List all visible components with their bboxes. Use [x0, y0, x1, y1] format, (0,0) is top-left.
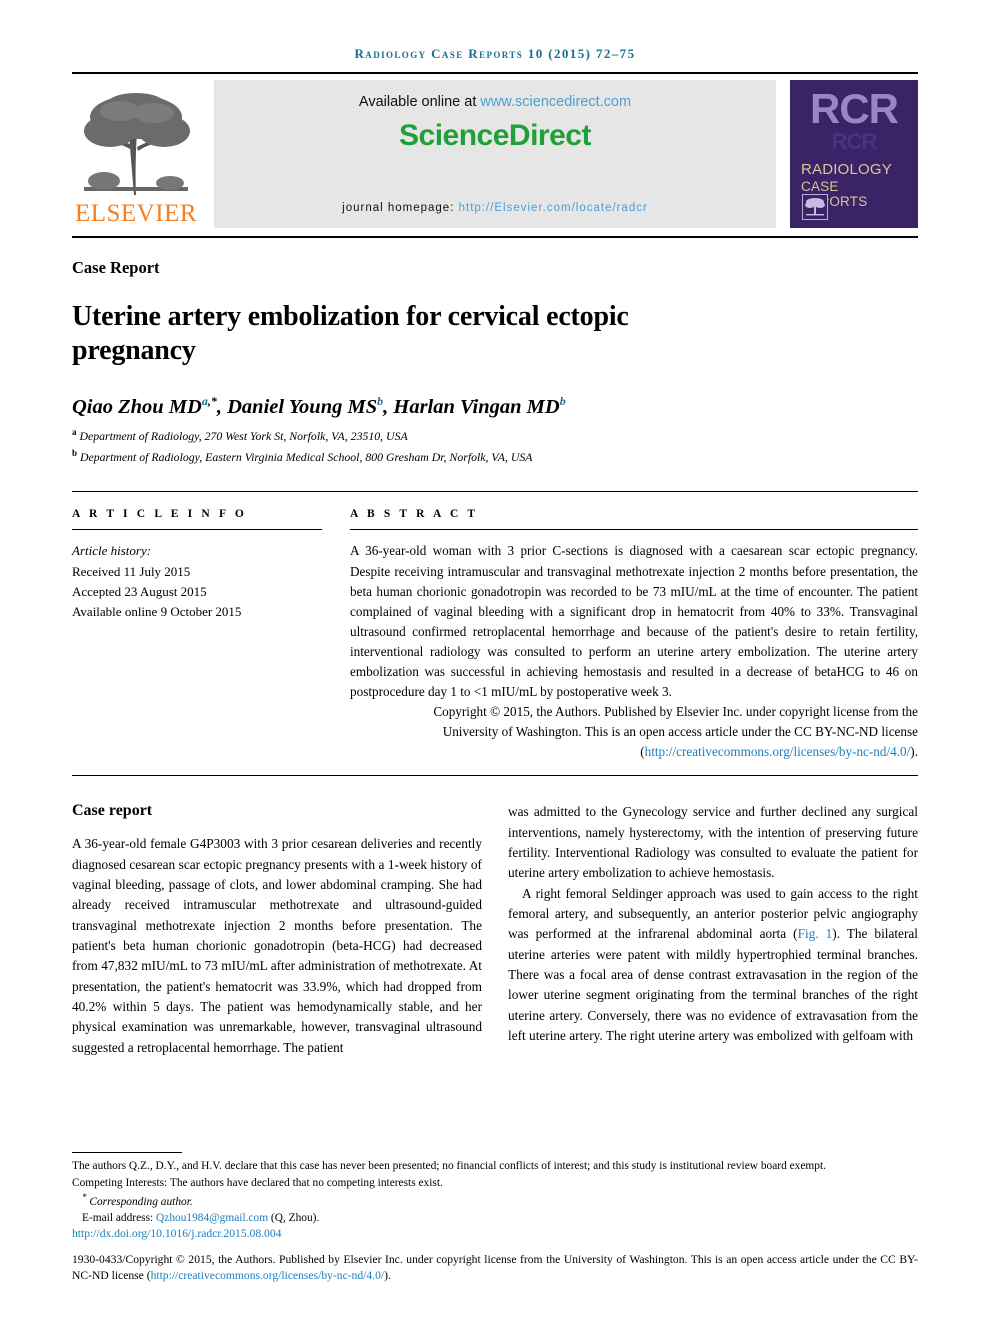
- creative-commons-link[interactable]: http://creativecommons.org/licenses/by-n…: [645, 744, 911, 759]
- info-abstract-region: A R T I C L E I N F O Article history: R…: [72, 508, 918, 762]
- article-received-date: Received 11 July 2015: [72, 563, 191, 579]
- header-rule: [72, 72, 918, 74]
- author-list: Qiao Zhou MDa,*, Daniel Young MSb, Harla…: [72, 394, 566, 419]
- footnotes-region: The authors Q.Z., D.Y., and H.V. declare…: [72, 1152, 918, 1296]
- article-body: Case report A 36-year-old female G4P3003…: [72, 802, 918, 1058]
- masthead: ELSEVIER Available online at www.science…: [72, 80, 918, 228]
- abstract-copyright-line1: Copyright © 2015, the Authors. Published…: [433, 703, 918, 719]
- paren-close: ).: [910, 744, 918, 760]
- journal-homepage-link[interactable]: http://Elsevier.com/locate/radcr: [459, 202, 648, 214]
- abstract-column: A B S T R A C T A 36-year-old woman with…: [350, 508, 918, 762]
- available-online-line: Available online at www.sciencedirect.co…: [359, 94, 631, 110]
- article-history-label: Article history:: [72, 543, 152, 559]
- author-name: Harlan Vingan MD: [393, 396, 560, 419]
- journal-cover-image: RCR RCR RADIOLOGY CASE REPORTS: [790, 80, 918, 228]
- corresponding-author-text: Corresponding author.: [89, 1195, 193, 1208]
- abstract-copyright: Copyright © 2015, the Authors. Published…: [350, 702, 918, 762]
- journal-homepage-label: journal homepage:: [342, 202, 459, 214]
- page-title: Uterine artery embolization for cervical…: [72, 301, 629, 367]
- affiliation-item: b Department of Radiology, Eastern Virgi…: [72, 447, 918, 466]
- sciencedirect-logo: ScienceDirect: [399, 119, 591, 152]
- author-name: Qiao Zhou MD: [72, 396, 202, 419]
- masthead-rule: [72, 236, 918, 238]
- cover-title-line2: CASE: [801, 178, 839, 194]
- article-opening-rule: [72, 491, 918, 493]
- figure-1-link[interactable]: Fig. 1: [798, 926, 833, 941]
- article-info-column: A R T I C L E I N F O Article history: R…: [72, 508, 322, 762]
- body-text-after-figref: ). The bilateral uterine arteries were p…: [508, 926, 918, 1043]
- footnote-email: E-mail address: Qzhou1984@gmail.com (Q, …: [72, 1210, 918, 1226]
- article-info-rule: [72, 529, 322, 531]
- affiliation-marker: a: [72, 427, 77, 438]
- body-paragraph: was admitted to the Gynecology service a…: [508, 804, 918, 881]
- cover-elsevier-mark-icon: [802, 194, 828, 220]
- sciencedirect-url-link[interactable]: www.sciencedirect.com: [480, 94, 631, 110]
- article-available-online-date: Available online 9 October 2015: [72, 603, 242, 619]
- elsevier-logo: ELSEVIER: [72, 80, 200, 228]
- issn-copyright-statement: 1930-0433/Copyright © 2015, the Authors.…: [72, 1252, 918, 1285]
- article-info-heading: A R T I C L E I N F O: [72, 508, 247, 521]
- body-paragraph: A 36-year-old female G4P3003 with 3 prio…: [72, 836, 482, 1055]
- author-affiliation-marker[interactable]: b: [560, 394, 566, 408]
- cover-acronym: RCR: [810, 85, 899, 132]
- email-link[interactable]: Qzhou1984@gmail.com: [156, 1212, 268, 1224]
- body-column-left: Case report A 36-year-old female G4P3003…: [72, 802, 482, 1058]
- footnote-corresponding-author: * Corresponding author.: [72, 1191, 918, 1210]
- cover-title-line1: RADIOLOGY: [801, 161, 892, 178]
- asterisk-icon: *: [82, 1191, 87, 1202]
- cover-acronym-reflection: RCR: [831, 129, 878, 154]
- affiliation-text: Department of Radiology, Eastern Virgini…: [79, 449, 533, 464]
- doi-link[interactable]: http://dx.doi.org/10.1016/j.radcr.2015.0…: [72, 1227, 918, 1240]
- available-online-label: Available online at: [358, 94, 481, 110]
- email-owner: (Q, Zhou).: [268, 1211, 320, 1224]
- email-label: E-mail address:: [82, 1211, 157, 1224]
- abstract-rule: [350, 529, 918, 531]
- elsevier-tree-icon: [84, 93, 190, 195]
- footnote-rule: [72, 1152, 182, 1154]
- body-paragraph: A right femoral Seldinger approach was u…: [508, 884, 918, 1047]
- affiliation-marker: b: [72, 447, 78, 458]
- body-column-right: was admitted to the Gynecology service a…: [508, 802, 918, 1058]
- running-head: Radiology Case Reports 10 (2015) 72–75: [354, 46, 636, 61]
- sciencedirect-banner: Available online at www.sciencedirect.co…: [214, 80, 776, 228]
- article-type-label: Case Report: [72, 258, 160, 277]
- journal-homepage-line: journal homepage: http://Elsevier.com/lo…: [342, 202, 648, 214]
- creative-commons-link[interactable]: http://creativecommons.org/licenses/by-n…: [151, 1269, 385, 1282]
- corresponding-author-marker[interactable]: ,*: [208, 394, 217, 408]
- author-affiliation-marker[interactable]: b: [377, 394, 383, 408]
- case-report-heading: Case report: [72, 802, 153, 820]
- abstract-end-rule: [72, 775, 918, 777]
- footnote-declaration: The authors Q.Z., D.Y., and H.V. declare…: [72, 1160, 827, 1173]
- abstract-body: A 36-year-old woman with 3 prior C-secti…: [350, 543, 918, 699]
- affiliation-item: a Department of Radiology, 270 West York…: [72, 426, 918, 445]
- footnote-competing-interests: Competing Interests: The authors have de…: [72, 1176, 443, 1189]
- journal-article-page: Radiology Case Reports 10 (2015) 72–75 E…: [0, 0, 990, 1320]
- affiliation-text: Department of Radiology, 270 West York S…: [79, 429, 408, 444]
- issn-copyright-after: ).: [384, 1268, 391, 1282]
- abstract-heading: A B S T R A C T: [350, 508, 479, 521]
- elsevier-wordmark: ELSEVIER: [74, 200, 198, 227]
- abstract-copyright-line2: University of Washington. This is an ope…: [442, 724, 918, 740]
- author-name: Daniel Young MS: [227, 396, 378, 419]
- article-accepted-date: Accepted 23 August 2015: [72, 583, 207, 599]
